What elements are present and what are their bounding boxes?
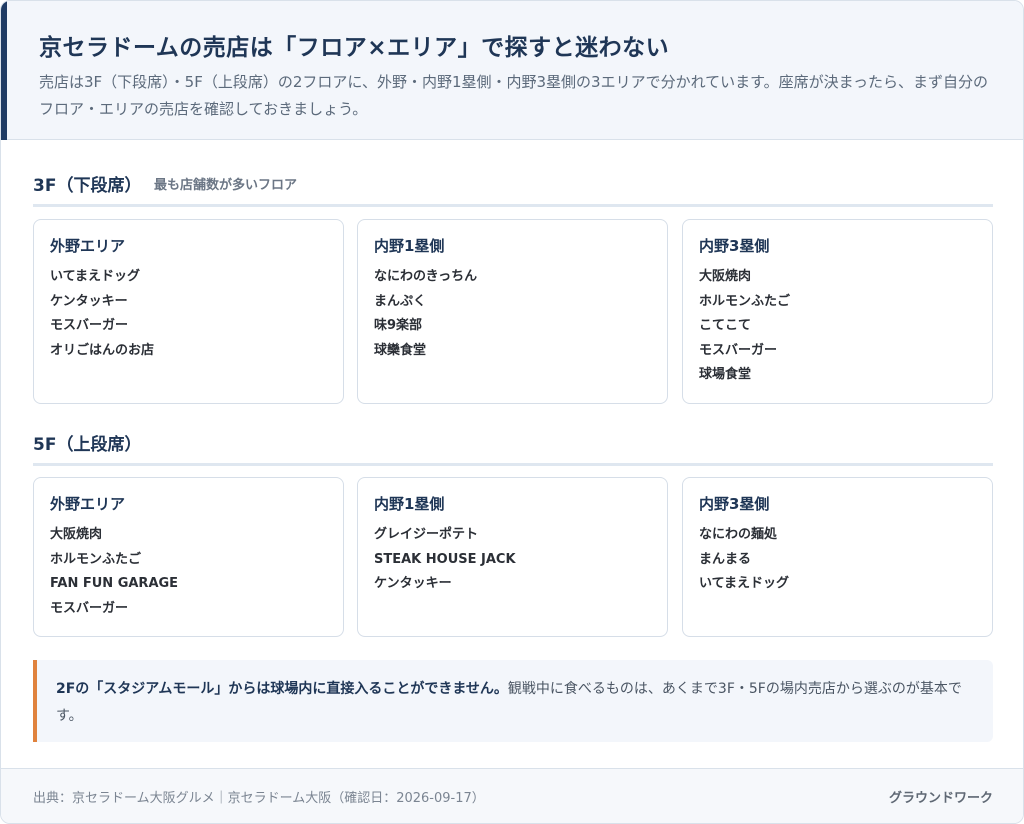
floor-5f-area-outfield: 外野エリア 大阪焼肉 ホルモンふたご FAN FUN GARAGE モスバーガー xyxy=(33,477,344,637)
floor-3f-area-third-base: 内野3塁側 大阪焼肉 ホルモンふたご こてこて モスバーガー 球場食堂 xyxy=(682,219,993,404)
floor-3f-note: 最も店舗数が多いフロア xyxy=(154,178,298,193)
area-title: 外野エリア xyxy=(50,237,126,255)
area-title: 内野1塁側 xyxy=(374,237,445,255)
shop-item: ケンタッキー xyxy=(374,576,452,591)
shop-item: ホルモンふたご xyxy=(699,293,791,309)
shop-list: 大阪焼肉 ホルモンふたご こてこて モスバーガー 球場食堂 xyxy=(699,267,790,390)
page-title: 京セラドームの売店は「フロア×エリア」で探すと迷わない xyxy=(39,35,670,61)
shop-item: こてこて xyxy=(699,318,752,333)
page-header: 京セラドームの売店は「フロア×エリア」で探すと迷わない 売店は3F（下段席）・5… xyxy=(1,1,1023,140)
floor-5f-heading: 5F（上段席） xyxy=(33,430,993,466)
shop-item: 球欒食堂 xyxy=(374,342,427,358)
shop-item: 大阪焼肉 xyxy=(50,527,103,542)
brand-name: グラウンドワーク xyxy=(888,791,993,806)
floor-3f-title: 3F（下段席） xyxy=(33,176,142,196)
shop-list: グレイジーポテト STEAK HOUSE JACK ケンタッキー xyxy=(374,525,516,599)
page-lead: 売店は3F（下段席）・5F（上段席）の2フロアに、外野・内野1塁側・内野3塁側の… xyxy=(39,73,989,118)
shop-item: 球場食堂 xyxy=(699,367,752,382)
page-footer: 出典：京セラドーム大阪グルメ｜京セラドーム大阪（確認日：2026-09-17） … xyxy=(1,768,1023,823)
shop-list: なにわの麺処 まんまる いてまえドッグ xyxy=(699,525,789,599)
shop-item: STEAK HOUSE JACK xyxy=(374,551,516,567)
shop-item: モスバーガー xyxy=(50,318,129,333)
shop-list: いてまえドッグ ケンタッキー モスバーガー オリごはんのお店 xyxy=(50,267,154,365)
shop-item: モスバーガー xyxy=(699,342,778,358)
article-card: 京セラドームの売店は「フロア×エリア」で探すと迷わない 売店は3F（下段席）・5… xyxy=(0,0,1024,824)
area-title: 外野エリア xyxy=(50,495,126,513)
shop-item: まんぷく xyxy=(374,293,427,309)
shop-item: いてまえドッグ xyxy=(699,576,789,591)
notice-text: 2Fの「スタジアムモール」からは球場内に直接入ることができません。観戦中に食べる… xyxy=(56,676,981,730)
shop-item: FAN FUN GARAGE xyxy=(50,576,179,591)
shop-list: なにわのきっちん まんぷく 味9楽部 球欒食堂 xyxy=(374,267,477,365)
shop-item: なにわの麺処 xyxy=(699,527,778,542)
floor-5f-area-third-base: 内野3塁側 なにわの麺処 まんまる いてまえドッグ xyxy=(682,477,993,637)
shop-item: なにわのきっちん xyxy=(374,269,478,284)
floor-5f-area-first-base: 内野1塁側 グレイジーポテト STEAK HOUSE JACK ケンタッキー xyxy=(357,477,668,637)
shop-item: 大阪焼肉 xyxy=(699,269,752,284)
floor-3f-heading: 3F（下段席） 最も店舗数が多いフロア xyxy=(33,171,993,207)
floor-3f-area-outfield: 外野エリア いてまえドッグ ケンタッキー モスバーガー オリごはんのお店 xyxy=(33,219,344,404)
floor-3f-area-first-base: 内野1塁側 なにわのきっちん まんぷく 味9楽部 球欒食堂 xyxy=(357,219,668,404)
shop-list: 大阪焼肉 ホルモンふたご FAN FUN GARAGE モスバーガー xyxy=(50,525,178,623)
area-title: 内野3塁側 xyxy=(699,237,770,255)
shop-item: ケンタッキー xyxy=(50,293,128,309)
header-accent-bar xyxy=(1,1,7,140)
shop-item: グレイジーポテト xyxy=(374,527,479,542)
shop-item: モスバーガー xyxy=(50,600,129,616)
area-title: 内野1塁側 xyxy=(374,495,445,513)
source-citation: 出典：京セラドーム大阪グルメ｜京セラドーム大阪（確認日：2026-09-17） xyxy=(33,791,485,806)
shop-item: ホルモンふたご xyxy=(50,551,142,567)
floor-5f-title: 5F（上段席） xyxy=(33,435,142,455)
shop-item: いてまえドッグ xyxy=(50,269,140,284)
notice-box: 2Fの「スタジアムモール」からは球場内に直接入ることができません。観戦中に食べる… xyxy=(33,660,993,742)
shop-item: オリごはんのお店 xyxy=(50,342,155,358)
area-title: 内野3塁側 xyxy=(699,495,770,513)
shop-item: まんまる xyxy=(699,551,752,567)
shop-item: 味9楽部 xyxy=(374,318,423,333)
notice-emphasis: 2Fの「スタジアムモール」からは球場内に直接入ることができません。 xyxy=(56,681,508,697)
